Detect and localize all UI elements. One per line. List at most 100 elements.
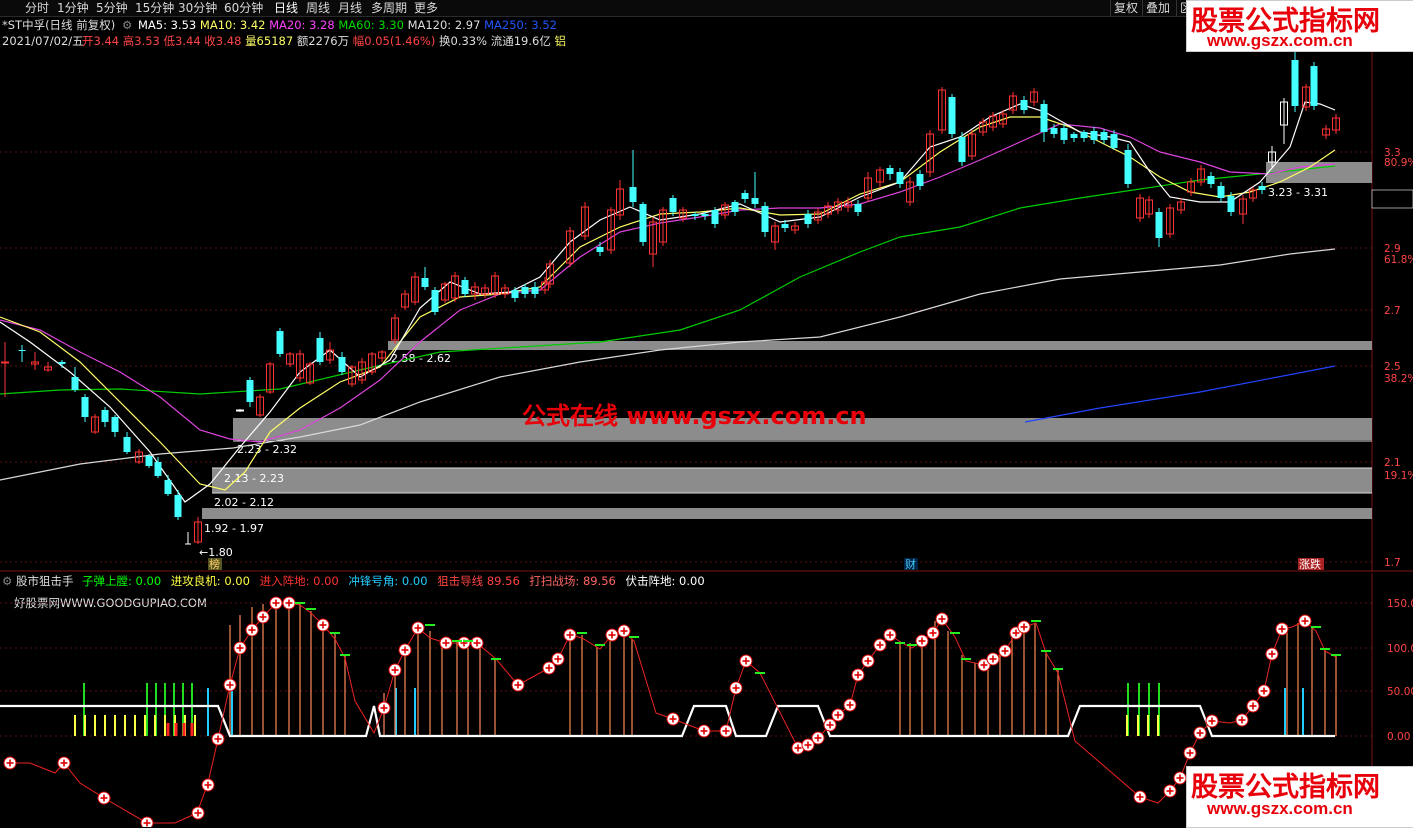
price-axis-label: 61.8% bbox=[1384, 254, 1413, 266]
tab-7[interactable]: 周线 bbox=[306, 0, 330, 16]
candle-body bbox=[761, 206, 769, 232]
candle-body bbox=[854, 204, 862, 212]
overlay-button[interactable]: 叠加 bbox=[1142, 0, 1173, 16]
ma5-line bbox=[0, 101, 1336, 503]
tab-1[interactable]: 1分钟 bbox=[57, 0, 89, 16]
candle-body bbox=[154, 462, 162, 476]
tab-10[interactable]: 更多 bbox=[414, 0, 438, 16]
candle-body bbox=[1207, 176, 1215, 184]
price-axis-label: 2.7 bbox=[1384, 305, 1401, 317]
candle-body bbox=[1217, 186, 1225, 198]
candle-body bbox=[1100, 132, 1108, 140]
candle-body bbox=[741, 193, 749, 199]
zone-label-0: 3.23 - 3.31 bbox=[1268, 186, 1328, 199]
candle-body bbox=[1291, 60, 1299, 106]
candle-body bbox=[18, 350, 26, 351]
ma-values: MA5: 3.53 MA10: 3.42 MA20: 3.28 MA60: 3.… bbox=[138, 17, 557, 33]
ma60-line bbox=[0, 165, 1336, 395]
ma-value-5: MA250: 3.52 bbox=[484, 18, 557, 32]
candle-body bbox=[123, 437, 131, 452]
candle-body bbox=[431, 290, 439, 312]
ma-value-0: MA5: 3.53 bbox=[138, 18, 200, 32]
candle-body bbox=[145, 456, 153, 466]
candle-body bbox=[511, 290, 519, 298]
fuquan-button[interactable]: 复权 bbox=[1110, 0, 1141, 16]
candle-body bbox=[1060, 128, 1068, 140]
indicator-axis-label: 100.0 bbox=[1387, 643, 1413, 655]
ma-value-1: MA10: 3.42 bbox=[199, 18, 270, 32]
candle-body bbox=[111, 417, 119, 432]
tab-4[interactable]: 30分钟 bbox=[178, 0, 217, 16]
candle-body bbox=[81, 397, 89, 417]
candle-body bbox=[1110, 134, 1118, 148]
candle-body bbox=[521, 287, 529, 294]
indicator-axis-label: 150.0 bbox=[1387, 598, 1413, 610]
tab-3[interactable]: 15分钟 bbox=[135, 0, 174, 16]
tab-9[interactable]: 多周期 bbox=[371, 0, 407, 16]
candle-body bbox=[276, 331, 284, 354]
candle-body bbox=[1124, 150, 1132, 184]
marker-badge-1: 财 bbox=[905, 557, 916, 571]
candle-body bbox=[164, 480, 172, 494]
tab-6[interactable]: 日线 bbox=[274, 0, 298, 16]
candle-body bbox=[916, 174, 924, 186]
indicator-axis-label: 0.00 bbox=[1387, 731, 1410, 743]
center-watermark: 公式在线 www.gszx.com.cn bbox=[522, 402, 867, 430]
candle-body bbox=[886, 168, 894, 174]
ma120-line bbox=[0, 248, 1336, 481]
watermark-top: 股票公式指标网 www.gszx.com.cn bbox=[1186, 0, 1413, 52]
candle-body bbox=[1258, 186, 1266, 190]
zone-label-5: 1.92 - 1.97 bbox=[204, 522, 264, 535]
candlestick-chart[interactable]: 3.23 - 3.312.58 - 2.622.23 - 2.322.13 - … bbox=[0, 32, 1413, 572]
candle-body bbox=[1050, 128, 1058, 134]
price-axis-label: 19.1% bbox=[1384, 470, 1413, 482]
tab-8[interactable]: 月线 bbox=[338, 0, 362, 16]
candle-body bbox=[531, 287, 539, 294]
current-price-box bbox=[1371, 189, 1413, 209]
price-axis-label: 2.1 bbox=[1384, 457, 1401, 469]
candle-body bbox=[669, 198, 677, 212]
stock-title: *ST中孚(日线 前复权) bbox=[2, 18, 116, 32]
candle-body bbox=[338, 357, 346, 372]
candle-body bbox=[1155, 212, 1163, 238]
candle-body bbox=[236, 409, 244, 412]
marker-badge-2: 涨跌 bbox=[1299, 557, 1321, 571]
candle-body bbox=[461, 280, 469, 294]
candle-body bbox=[421, 278, 429, 287]
settings-gear-icon[interactable]: ⚙ bbox=[122, 17, 132, 33]
candle-body bbox=[1020, 100, 1028, 110]
candle-body bbox=[1, 361, 9, 364]
candle-body bbox=[1070, 134, 1078, 138]
ma-value-2: MA20: 3.28 bbox=[269, 18, 339, 32]
candle-body bbox=[958, 137, 966, 162]
candle-body bbox=[596, 247, 604, 252]
zone-label-4: 2.02 - 2.12 bbox=[214, 496, 274, 509]
candle-body bbox=[316, 338, 324, 362]
price-axis-label: 38.2% bbox=[1384, 373, 1413, 385]
tab-0[interactable]: 分时 bbox=[25, 0, 49, 16]
candle-body bbox=[711, 210, 719, 224]
candle-body bbox=[1310, 66, 1318, 106]
tab-5[interactable]: 60分钟 bbox=[224, 0, 263, 16]
price-axis-label: 2.5 bbox=[1384, 361, 1401, 373]
tab-2[interactable]: 5分钟 bbox=[96, 0, 128, 16]
watermark-url: www.gszx.com.cn bbox=[1207, 31, 1353, 50]
candle-body bbox=[731, 202, 739, 212]
indicator-axis-label: 50.00 bbox=[1387, 686, 1413, 698]
candle-body bbox=[1080, 132, 1088, 138]
watermark-bottom: 股票公式指标网 www.gszx.com.cn bbox=[1186, 766, 1413, 828]
candle-body bbox=[58, 362, 66, 364]
support-zone-3 bbox=[212, 468, 1372, 493]
candle-body bbox=[174, 495, 182, 517]
candle-body bbox=[639, 204, 647, 242]
candle-body bbox=[1090, 131, 1098, 140]
candle-body bbox=[896, 172, 904, 184]
candle-body bbox=[948, 97, 956, 134]
candle-body bbox=[804, 214, 812, 224]
candle-body bbox=[71, 377, 79, 390]
ma250-line bbox=[1024, 365, 1336, 423]
zone-label-2: 2.23 - 2.32 bbox=[237, 443, 297, 456]
zone-label-1: 2.58 - 2.62 bbox=[391, 352, 451, 365]
candle-body bbox=[781, 224, 789, 228]
candle-body bbox=[701, 214, 709, 216]
